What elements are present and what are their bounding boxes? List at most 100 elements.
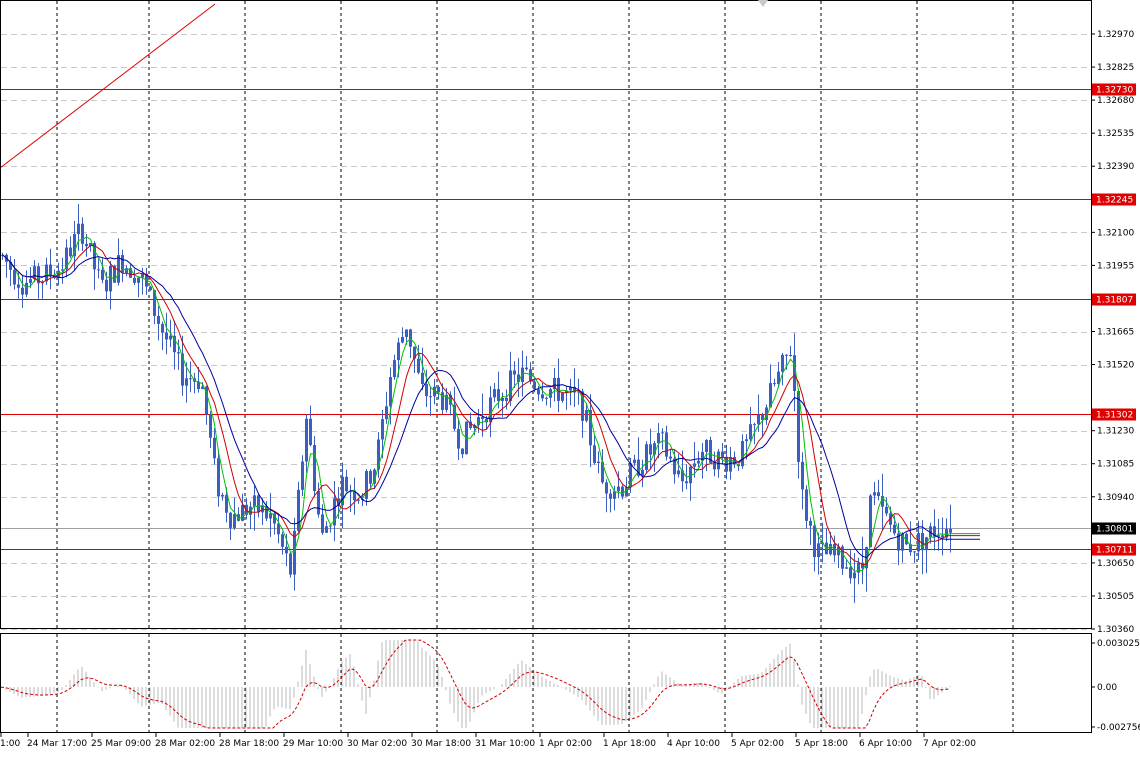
candle-body bbox=[641, 469, 644, 476]
candle-body bbox=[149, 286, 152, 291]
candle-body bbox=[389, 377, 392, 407]
candle-body bbox=[309, 418, 312, 446]
candle-body bbox=[13, 269, 16, 285]
time-label: 1 Apr 18:00 bbox=[603, 739, 656, 749]
chart-canvas[interactable]: 1.32970 1.32825 1.32680 1.32535 1.32390 1.321… bbox=[0, 0, 1140, 757]
time-label: 7 Apr 02:00 bbox=[923, 739, 976, 749]
candle-body bbox=[773, 383, 776, 385]
candle-body bbox=[497, 389, 500, 401]
candle-body bbox=[533, 381, 536, 390]
candle-body bbox=[17, 284, 20, 288]
candle-body bbox=[321, 514, 324, 533]
candle-body bbox=[417, 358, 420, 373]
candle-body bbox=[105, 279, 108, 292]
candle-body bbox=[809, 520, 812, 526]
candle-body bbox=[185, 378, 188, 386]
candle-body bbox=[885, 506, 888, 514]
candle-body bbox=[269, 513, 272, 519]
candle-body bbox=[697, 460, 700, 464]
price-label: 1.32680 bbox=[1097, 96, 1134, 106]
candle-body bbox=[169, 335, 172, 340]
time-label: 31 Mar 10:00 bbox=[475, 739, 535, 749]
candle-body bbox=[217, 458, 220, 497]
candle-body bbox=[45, 264, 48, 282]
candle-body bbox=[493, 389, 496, 398]
candle-body bbox=[409, 329, 412, 347]
candle-body bbox=[33, 266, 36, 280]
price-label: 1.31665 bbox=[1097, 328, 1134, 338]
candle-body bbox=[877, 492, 880, 497]
candle-body bbox=[241, 504, 244, 521]
candle-body bbox=[437, 386, 440, 393]
candle-body bbox=[693, 463, 696, 467]
candle-body bbox=[893, 524, 896, 534]
candle-body bbox=[481, 417, 484, 419]
price-label: 1.30650 bbox=[1097, 559, 1134, 569]
candle-body bbox=[545, 397, 548, 399]
candle-body bbox=[69, 247, 72, 257]
candle-body bbox=[649, 444, 652, 455]
candle-body bbox=[917, 533, 920, 552]
candle-body bbox=[873, 492, 876, 496]
candle-body bbox=[429, 396, 432, 398]
candle-body bbox=[425, 383, 428, 397]
candle-body bbox=[657, 433, 660, 444]
candle-body bbox=[741, 441, 744, 467]
candle-body bbox=[97, 269, 100, 271]
candle-body bbox=[713, 462, 716, 470]
price-label: 1.32390 bbox=[1097, 162, 1134, 172]
candle-body bbox=[621, 486, 624, 497]
candle-body bbox=[849, 567, 852, 579]
candle-body bbox=[297, 489, 300, 531]
time-label: 1:00 bbox=[0, 739, 20, 749]
candle-body bbox=[25, 282, 28, 295]
candle-body bbox=[209, 414, 212, 438]
candle-body bbox=[633, 459, 636, 464]
candle-body bbox=[705, 439, 708, 452]
candle-body bbox=[29, 279, 32, 283]
candle-body bbox=[109, 265, 112, 292]
price-label: 1.31520 bbox=[1097, 361, 1134, 371]
candle-body bbox=[557, 377, 560, 401]
candle-body bbox=[101, 269, 104, 280]
candle-body bbox=[677, 470, 680, 475]
candle-body bbox=[289, 553, 292, 575]
time-label: 24 Mar 17:00 bbox=[27, 739, 87, 749]
candle-body bbox=[613, 491, 616, 499]
candle-body bbox=[845, 567, 848, 569]
candle-body bbox=[661, 432, 664, 434]
time-label: 28 Mar 18:00 bbox=[219, 739, 279, 749]
candle-body bbox=[785, 354, 788, 356]
candle-body bbox=[561, 392, 564, 401]
price-label: 1.31085 bbox=[1097, 460, 1134, 470]
candle-body bbox=[393, 360, 396, 378]
candle-body bbox=[921, 533, 924, 551]
candle-body bbox=[213, 437, 216, 459]
time-label: 6 Apr 10:00 bbox=[859, 739, 912, 749]
current-price-label: 1.30801 bbox=[1096, 525, 1133, 535]
candle-body bbox=[381, 419, 384, 440]
indicator-label: -0.002756 bbox=[1097, 723, 1140, 733]
candle-body bbox=[353, 491, 356, 501]
time-label: 25 Mar 09:00 bbox=[91, 739, 151, 749]
candle-body bbox=[585, 410, 588, 421]
price-label: 1.32825 bbox=[1097, 63, 1134, 73]
candle-body bbox=[665, 432, 668, 457]
candle-body bbox=[365, 470, 368, 499]
candle-body bbox=[593, 445, 596, 464]
price-label: 1.30940 bbox=[1097, 493, 1134, 503]
candle-body bbox=[801, 461, 804, 490]
candle-body bbox=[385, 406, 388, 420]
level-tag-label: 1.30711 bbox=[1096, 546, 1133, 556]
level-tag-label: 1.32730 bbox=[1096, 86, 1133, 96]
candle-body bbox=[369, 470, 372, 484]
trading-chart[interactable]: 1.32970 1.32825 1.32680 1.32535 1.32390 1.321… bbox=[0, 0, 1140, 757]
level-tag-label: 1.32245 bbox=[1096, 196, 1133, 206]
candle-body bbox=[813, 525, 816, 558]
candle-body bbox=[685, 481, 688, 484]
candle-body bbox=[77, 223, 80, 235]
candle-body bbox=[257, 495, 260, 513]
candle-body bbox=[757, 414, 760, 425]
candle-body bbox=[49, 264, 52, 276]
candle-body bbox=[305, 418, 308, 462]
